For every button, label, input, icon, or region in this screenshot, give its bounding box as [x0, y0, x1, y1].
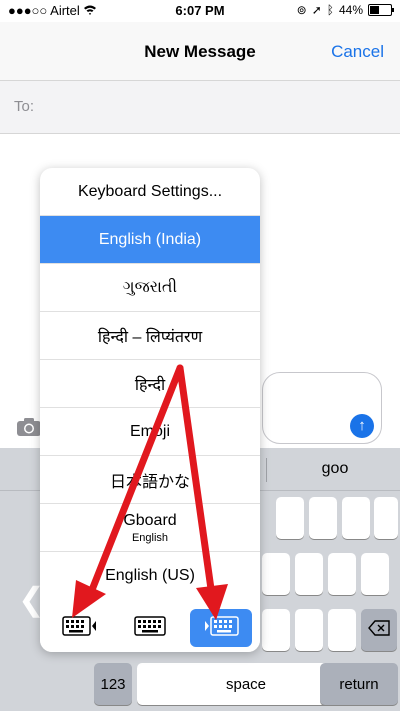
- key-right-col-1-row-2[interactable]: [262, 553, 290, 595]
- menu-item-label: हिन्दी: [134, 376, 166, 394]
- menu-item-label: English (US): [105, 567, 195, 584]
- menu-item-sublabel: English: [131, 531, 169, 544]
- suggestion-divider: [266, 458, 267, 482]
- menu-item-emoji[interactable]: Emoji: [40, 408, 260, 456]
- status-icons: ⊚ ➚ ᛒ 44%: [296, 3, 394, 17]
- keyboard-left-icon: [62, 615, 98, 642]
- menu-item-label: ગુજરાતી: [122, 278, 178, 296]
- menu-item-hindi[interactable]: हिन्दी: [40, 360, 260, 408]
- status-bar: ●●●○○ Airtel 6:07 PM ⊚ ➚ ᛒ 44%: [0, 0, 400, 22]
- full-keyboard-button[interactable]: [124, 609, 176, 647]
- key-right-col-1-row-1[interactable]: [276, 497, 304, 539]
- camera-icon[interactable]: [16, 417, 42, 437]
- key-right-col-2-row-2[interactable]: [295, 553, 323, 595]
- right-handed-keyboard-button[interactable]: [190, 609, 252, 647]
- key-right-col-2-row-3[interactable]: [295, 609, 323, 651]
- menu-item-hindi-transliteration[interactable]: हिन्दी – लिप्यंतरण: [40, 312, 260, 360]
- menu-item-label: Emoji: [129, 422, 170, 440]
- suggestion-word[interactable]: goo: [270, 460, 400, 478]
- key-right-col-1-row-3[interactable]: [262, 609, 290, 651]
- battery-fill: [370, 6, 379, 14]
- key-right-col-3-row-1[interactable]: [342, 497, 370, 539]
- location-icon: ➚: [311, 3, 322, 17]
- key-right-col-3-row-2[interactable]: [328, 553, 356, 595]
- backspace-icon: [368, 619, 390, 641]
- rotation-lock-icon: ⊚: [296, 3, 307, 17]
- menu-item-label: हिन्दी – लिप्यंतरण: [97, 328, 203, 346]
- key-right-col-3-row-3[interactable]: [328, 609, 356, 651]
- keyboard-icon: [133, 615, 167, 642]
- send-button[interactable]: ↑: [350, 414, 374, 438]
- menu-item-label: 日本語かな: [109, 473, 190, 491]
- menu-item-japanese-kana[interactable]: 日本語かな: [40, 456, 260, 504]
- key-right-col-4-row-1[interactable]: [374, 497, 398, 539]
- menu-item-label: English (India): [98, 230, 202, 248]
- delete-key[interactable]: [361, 609, 397, 651]
- cancel-button[interactable]: Cancel: [331, 42, 384, 62]
- to-label: To:: [14, 98, 35, 115]
- battery-percent: 44%: [338, 3, 363, 17]
- numbers-key[interactable]: 123: [94, 663, 132, 705]
- navigation-bar: New Message Cancel: [0, 22, 400, 80]
- to-field[interactable]: To:: [0, 80, 400, 134]
- battery-icon: [368, 4, 394, 16]
- keyboard-position-options: [40, 603, 260, 652]
- bluetooth-icon: ᛒ: [326, 3, 334, 17]
- menu-item-gboard[interactable]: Gboard English: [40, 504, 260, 552]
- return-key[interactable]: return: [320, 663, 398, 705]
- keyboard-language-menu: Keyboard Settings... English (India) ગુજ…: [40, 168, 260, 652]
- menu-item-keyboard-settings[interactable]: Keyboard Settings...: [40, 168, 260, 216]
- menu-item-english-us[interactable]: English (US): [40, 552, 260, 600]
- menu-item-label: Keyboard Settings...: [77, 182, 223, 200]
- key-right-col-4-row-2[interactable]: [361, 553, 389, 595]
- key-right-col-2-row-1[interactable]: [309, 497, 337, 539]
- menu-item-english-india[interactable]: English (India): [40, 216, 260, 264]
- keyboard-right-icon: [203, 615, 239, 642]
- menu-item-gujarati[interactable]: ગુજરાતી: [40, 264, 260, 312]
- menu-item-label: Gboard: [123, 511, 177, 529]
- left-handed-keyboard-button[interactable]: [54, 609, 106, 647]
- arrow-up-icon: ↑: [358, 417, 366, 434]
